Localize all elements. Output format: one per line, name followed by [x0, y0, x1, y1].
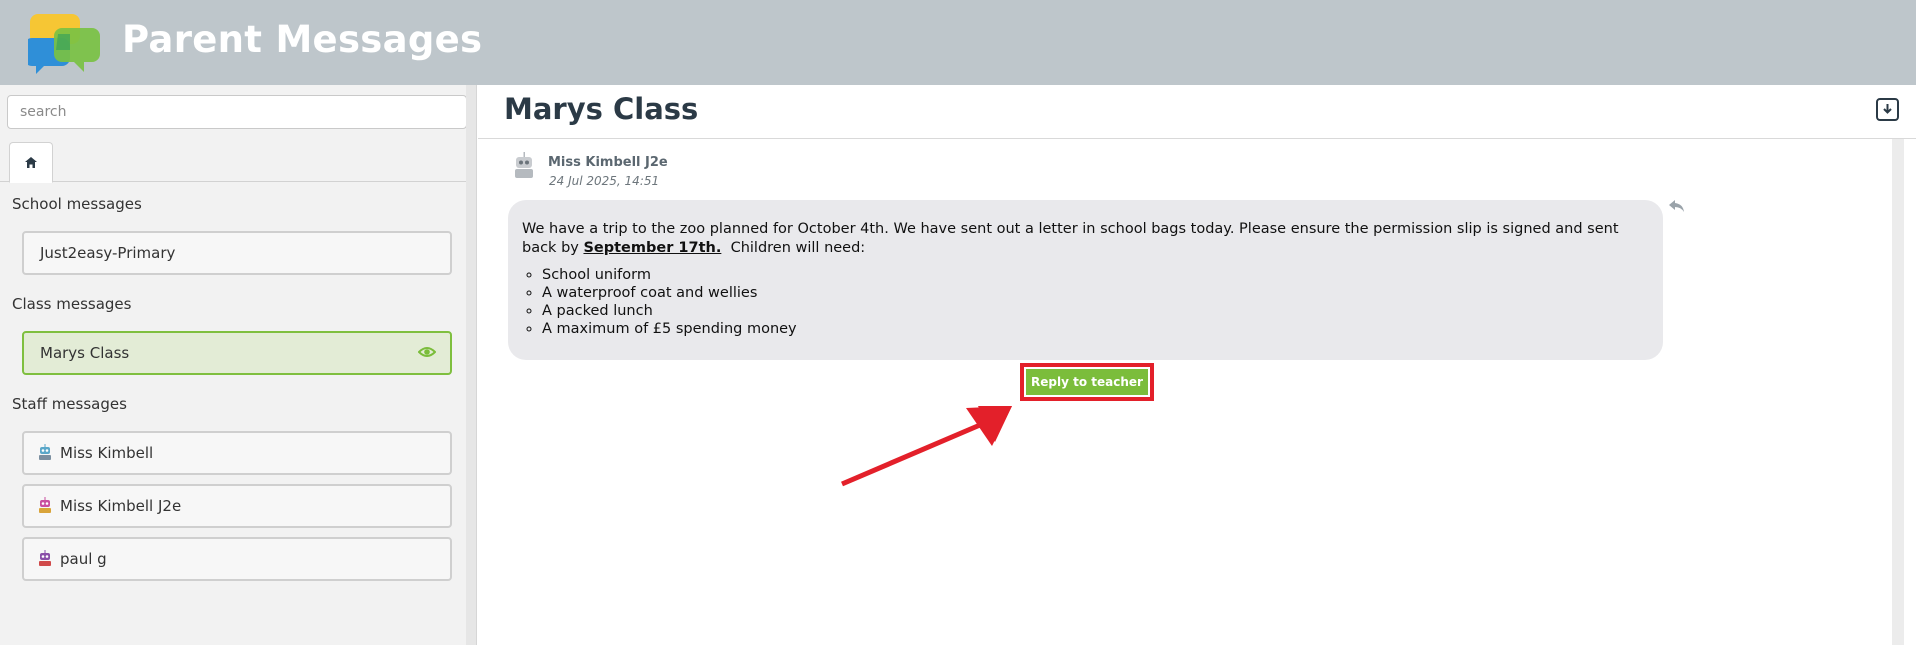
list-item: School uniform — [542, 266, 1649, 284]
app-header: Parent Messages — [0, 0, 1916, 85]
robot-avatar-icon — [39, 444, 51, 460]
tab-home[interactable] — [9, 142, 53, 183]
message-bubble: We have a trip to the zoo planned for Oc… — [508, 200, 1663, 360]
reply-arrow-icon[interactable] — [1668, 198, 1686, 214]
red-pointer-arrow-icon — [841, 406, 1012, 487]
list-item: A maximum of £5 spending money — [542, 320, 1649, 338]
sidebar-scrollbar[interactable] — [466, 85, 476, 645]
school-messages-heading: School messages — [12, 195, 142, 213]
sidebar: School messages Just2easy-Primary Class … — [0, 85, 477, 645]
reply-to-teacher-button[interactable]: Reply to teacher — [1026, 369, 1148, 395]
eye-icon — [418, 347, 436, 357]
home-icon — [25, 157, 37, 168]
sidebar-item-marys-class[interactable]: Marys Class — [22, 331, 452, 375]
sidebar-item-label: Miss Kimbell — [60, 444, 154, 462]
staff-messages-heading: Staff messages — [12, 395, 127, 413]
robot-avatar-icon — [39, 550, 51, 566]
download-button[interactable] — [1876, 98, 1899, 121]
list-item: A packed lunch — [542, 302, 1649, 320]
speech-bubbles-logo-icon — [28, 14, 100, 74]
message-timestamp: 24 Jul 2025, 14:51 — [549, 174, 660, 188]
message-text: We have a trip to the zoo planned for Oc… — [522, 221, 1619, 256]
class-messages-heading: Class messages — [12, 295, 132, 313]
message-author: Miss Kimbell J2e — [548, 155, 668, 170]
sidebar-item-label: Just2easy-Primary — [40, 244, 176, 262]
message-list: School uniform A waterproof coat and wel… — [542, 266, 1649, 338]
page-title: Marys Class — [504, 92, 699, 126]
search-input[interactable] — [7, 95, 467, 129]
sidebar-item-miss-kimbell[interactable]: Miss Kimbell — [22, 431, 452, 475]
robot-avatar-icon — [39, 497, 51, 513]
download-arrow-icon — [1883, 104, 1892, 114]
robot-avatar-icon — [515, 152, 533, 178]
sidebar-item-paul-g[interactable]: paul g — [22, 537, 452, 581]
app-title: Parent Messages — [122, 18, 483, 61]
sidebar-item-label: paul g — [60, 550, 107, 568]
sidebar-tabbar — [0, 142, 467, 183]
message-deadline: September 17th. — [583, 240, 722, 256]
sidebar-item-miss-kimbell-j2e[interactable]: Miss Kimbell J2e — [22, 484, 452, 528]
sidebar-item-just2easy-primary[interactable]: Just2easy-Primary — [22, 231, 452, 275]
sidebar-item-label: Miss Kimbell J2e — [60, 497, 182, 515]
list-item: A waterproof coat and wellies — [542, 284, 1649, 302]
main-scrollbar[interactable] — [1892, 139, 1904, 645]
sidebar-item-label: Marys Class — [40, 344, 130, 362]
title-divider — [478, 138, 1916, 139]
